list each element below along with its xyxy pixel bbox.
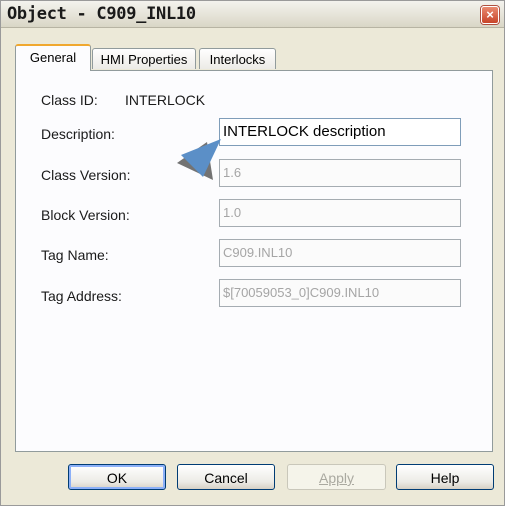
tag-name-field: C909.INL10 (219, 239, 461, 267)
class-id-value: INTERLOCK (125, 92, 206, 108)
close-button[interactable]: × (481, 6, 499, 24)
tag-address-label: Tag Address: (41, 288, 122, 304)
tag-name-label: Tag Name: (41, 247, 109, 263)
pointer-arrow-icon (177, 139, 221, 180)
help-button[interactable]: Help (396, 464, 494, 490)
apply-button[interactable]: Apply (287, 464, 386, 490)
description-field[interactable]: INTERLOCK description (219, 118, 461, 146)
class-version-field: 1.6 (219, 159, 461, 187)
tag-address-field: $[70059053_0]C909.INL10 (219, 279, 461, 307)
class-version-label: Class Version: (41, 167, 131, 183)
window-title: Object - C909_INL10 (7, 4, 196, 24)
close-icon: × (486, 7, 494, 22)
cancel-button[interactable]: Cancel (177, 464, 275, 490)
description-label: Description: (41, 126, 115, 142)
tab-interlocks[interactable]: Interlocks (199, 48, 276, 69)
block-version-label: Block Version: (41, 207, 130, 223)
object-dialog: Object - C909_INL10 × General HMI Proper… (0, 0, 505, 506)
title-bar[interactable]: Object - C909_INL10 × (1, 1, 504, 28)
tab-general[interactable]: General (15, 44, 91, 71)
tab-hmi-properties[interactable]: HMI Properties (92, 48, 196, 69)
block-version-field: 1.0 (219, 199, 461, 227)
ok-button[interactable]: OK (68, 464, 166, 490)
class-id-label: Class ID: (41, 92, 98, 108)
